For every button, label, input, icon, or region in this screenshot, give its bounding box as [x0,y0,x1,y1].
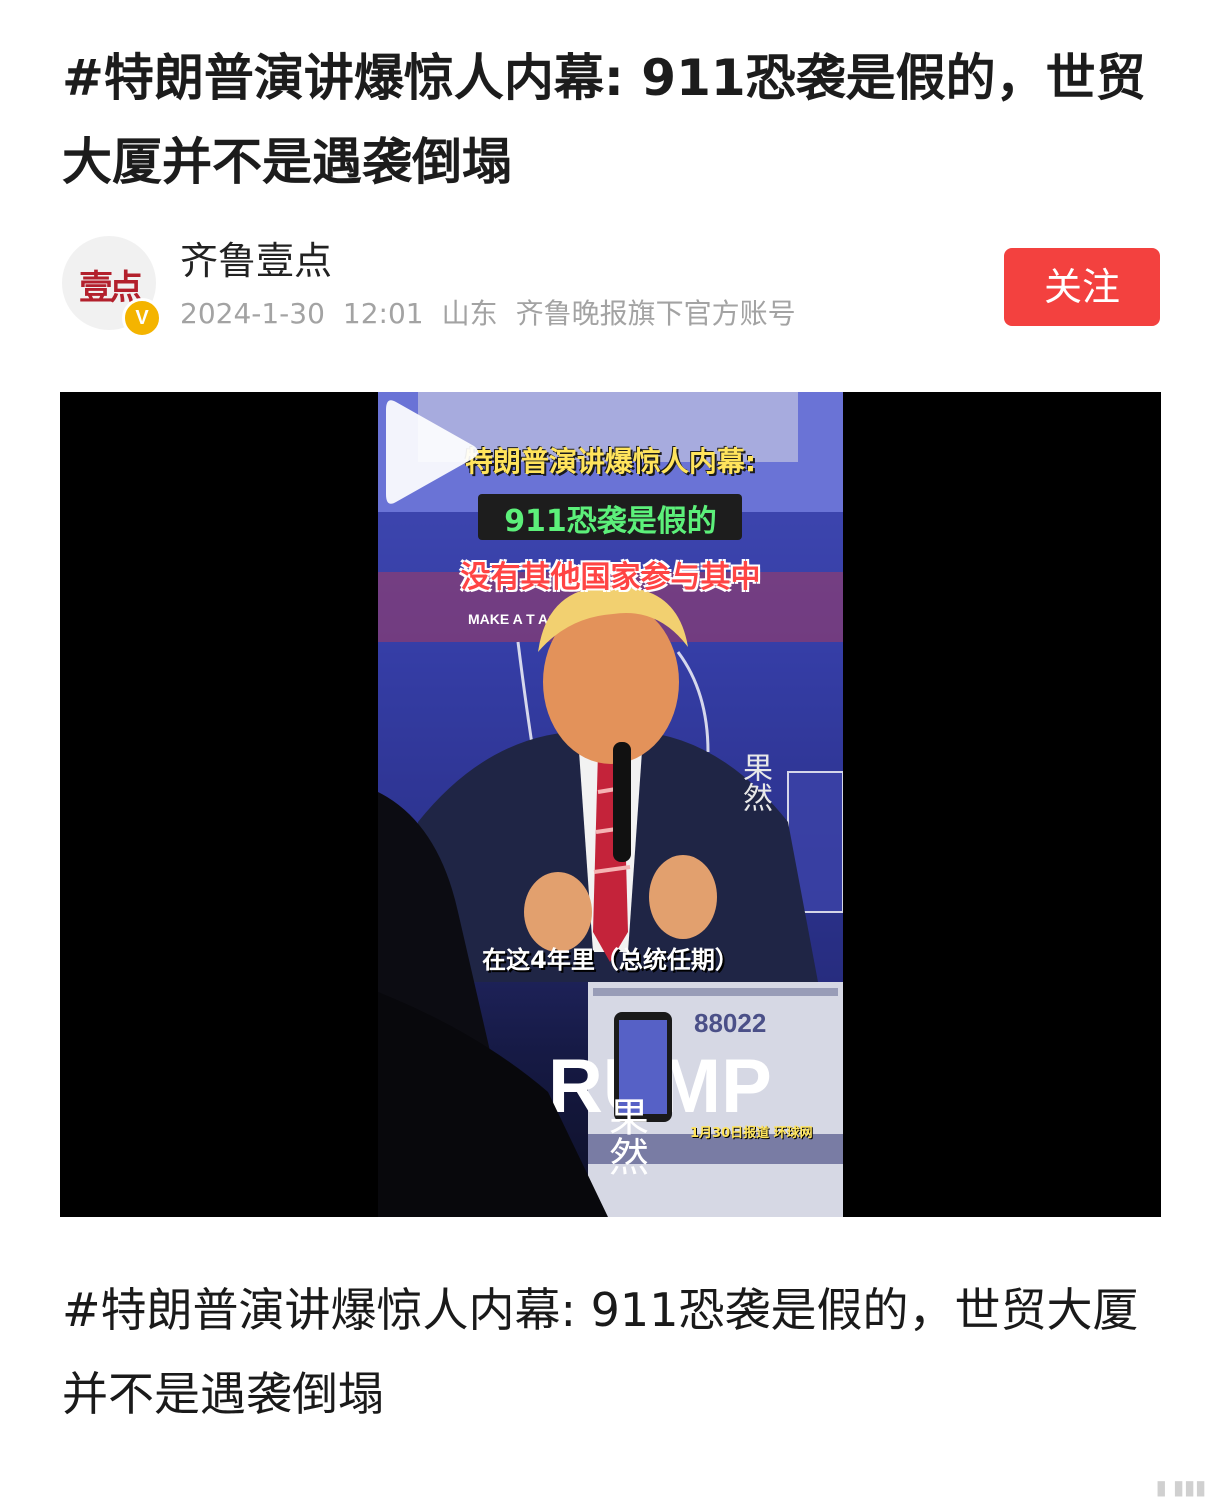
post-date: 2024-1-30 [180,297,325,330]
video-player[interactable]: MAKE A T AGAIN! 88022 RUMP [60,392,1161,1217]
watermark-logo: 果然 [737,752,772,812]
article-title: #特朗普演讲爆惊人内幕: 911恐袭是假的，世贸大厦并不是遇袭倒塌 [62,49,1146,191]
author-row: 壹点 V 齐鲁壹点 2024-1-30 12:01 山东 齐鲁晚报旗下官方账号 关注 [62,236,1162,338]
banner-number: 88022 [694,1008,766,1038]
video-frame[interactable]: MAKE A T AGAIN! 88022 RUMP [378,392,843,1217]
bottom-watermark: ▮ ▮▮▮ [1155,1475,1206,1499]
verified-badge-icon: V [122,298,162,338]
follow-button[interactable]: 关注 [1004,248,1160,326]
video-subtitle: 在这4年里（总统任期） [482,946,739,974]
video-caption-line3: 没有其他国家参与其中 [460,560,761,595]
author-avatar[interactable]: 壹点 V [62,236,162,338]
play-icon[interactable] [378,392,482,512]
watermark-logo-large: 果然 [602,1096,648,1176]
post-location: 山东 [441,297,498,330]
video-source-note: 1月30日报道 环球网 [690,1126,813,1141]
author-name[interactable]: 齐鲁壹点 [180,236,332,286]
author-description: 齐鲁晚报旗下官方账号 [515,297,796,330]
post-time: 12:01 [342,297,424,330]
author-meta: 2024-1-30 12:01 山东 齐鲁晚报旗下官方账号 [180,294,814,334]
article-body: #特朗普演讲爆惊人内幕: 911恐袭是假的，世贸大厦并不是遇袭倒塌 [62,1283,1139,1421]
